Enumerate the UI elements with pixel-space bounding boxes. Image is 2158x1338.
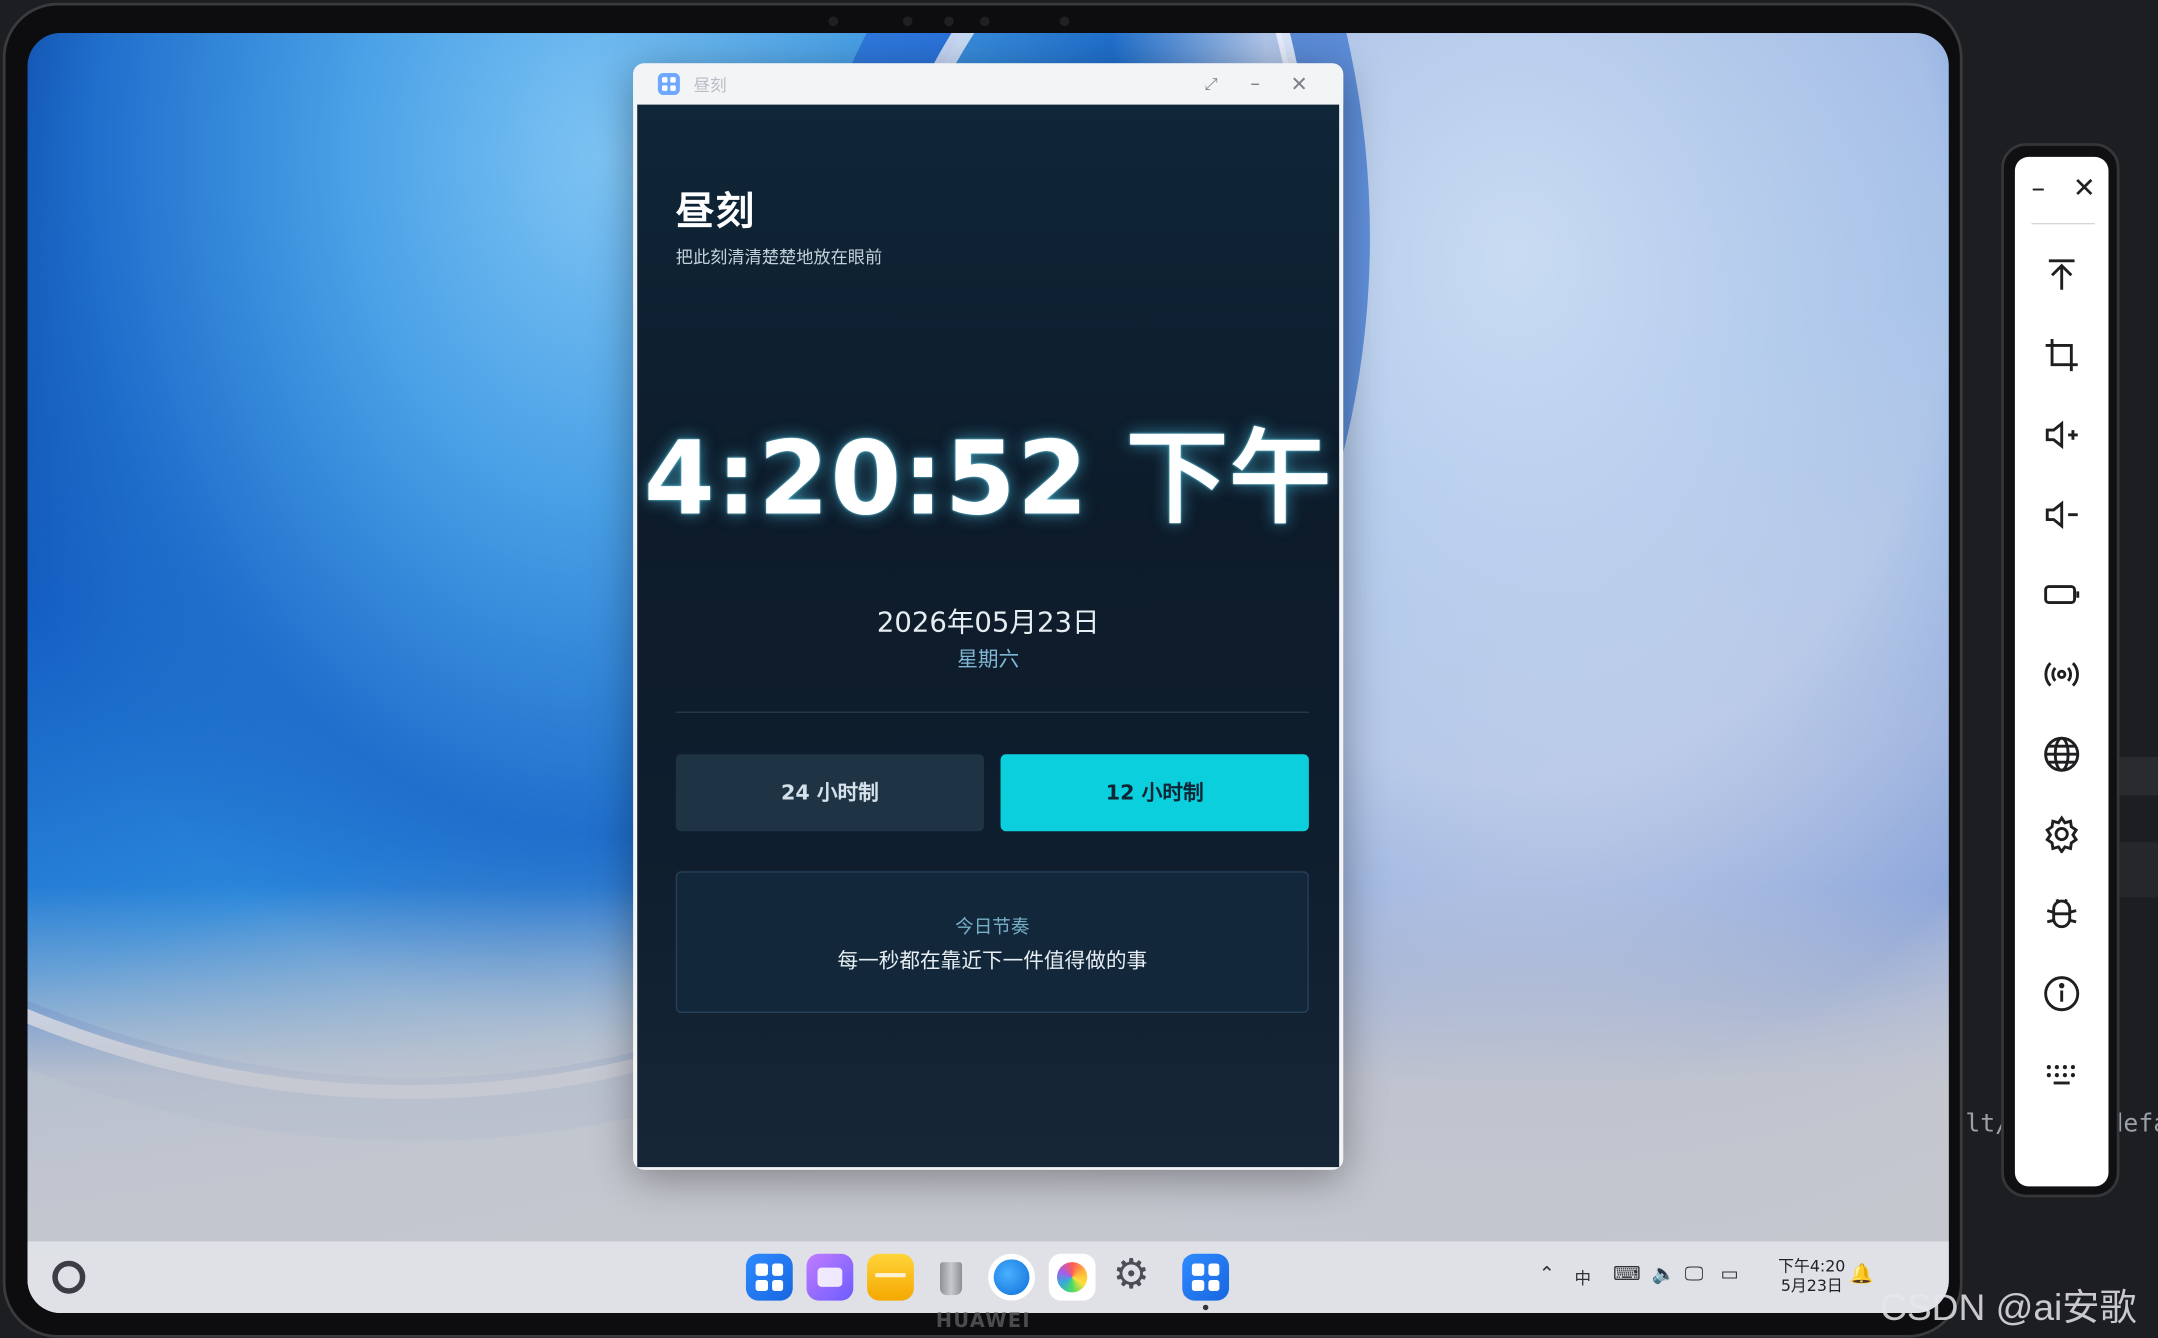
trash-icon[interactable]	[928, 1254, 975, 1301]
rhythm-label: 今日节奏	[955, 916, 1030, 939]
globe-icon[interactable]	[2015, 727, 2109, 782]
device-brand: HUAWEI	[935, 1310, 1031, 1333]
volume-icon[interactable]: 🔈	[1652, 1263, 1676, 1285]
window-titlebar[interactable]: 昼刻 ⤢ – ✕	[633, 63, 1344, 105]
start-button[interactable]	[52, 1260, 86, 1294]
tablet-device: 昼刻 ⤢ – ✕ 昼刻 把此刻清清楚楚地放在眼前 4:20:52 下午 2026…	[2, 2, 1963, 1338]
gallery-icon[interactable]	[1048, 1253, 1096, 1301]
bell-icon[interactable]: 🔔	[1850, 1263, 1874, 1285]
files-icon[interactable]	[867, 1253, 914, 1301]
watermark: CSDN @ai安歌	[1880, 1286, 2137, 1329]
rhythm-text: 每一秒都在靠近下一件值得做的事	[837, 948, 1148, 974]
active-indicator	[1202, 1304, 1209, 1311]
window-title: 昼刻	[693, 75, 727, 95]
volume-up-icon[interactable]	[2015, 407, 2109, 462]
toolbar-separator	[2031, 222, 2095, 225]
clock-display: 4:20:52 下午	[643, 419, 1333, 539]
signal-icon[interactable]	[2015, 647, 2109, 702]
app-title: 昼刻	[675, 188, 756, 234]
camera-bar	[818, 16, 1093, 28]
12-hour-button[interactable]: 12 小时制	[1000, 754, 1309, 832]
top-icon[interactable]	[2015, 248, 2109, 303]
rhythm-card: 今日节奏 每一秒都在靠近下一件值得做的事	[675, 871, 1309, 1013]
app-center-icon[interactable]	[745, 1253, 793, 1301]
divider	[675, 711, 1309, 713]
close-icon[interactable]: ✕	[2073, 171, 2096, 204]
zhouke-app-icon[interactable]	[1182, 1253, 1230, 1301]
taskbar-time: 下午4:20	[1778, 1256, 1846, 1276]
date-display: 2026年05月23日	[876, 605, 1100, 639]
app-content: 昼刻 把此刻清清楚楚地放在眼前 4:20:52 下午 2026年05月23日 星…	[637, 104, 1340, 1168]
browser-icon[interactable]	[988, 1253, 1035, 1301]
info-icon[interactable]	[2015, 966, 2109, 1021]
app-window: 昼刻 ⤢ – ✕ 昼刻 把此刻清清楚楚地放在眼前 4:20:52 下午 2026…	[633, 63, 1344, 1170]
keyboard-icon[interactable]	[2015, 1046, 2109, 1101]
desktop-screen: 昼刻 ⤢ – ✕ 昼刻 把此刻清清楚楚地放在眼前 4:20:52 下午 2026…	[27, 33, 1949, 1313]
multi-window-icon[interactable]	[806, 1253, 854, 1301]
close-icon[interactable]: ✕	[1285, 70, 1313, 98]
minimize-icon[interactable]: –	[2031, 171, 2045, 204]
keyboard-icon[interactable]: ⌨	[1613, 1263, 1641, 1285]
emulator-toolbar: – ✕	[2001, 143, 2120, 1198]
crop-icon[interactable]	[2015, 328, 2109, 383]
settings-icon[interactable]	[2015, 807, 2109, 862]
taskbar-date: 5月23日	[1780, 1275, 1843, 1296]
minimize-icon[interactable]: –	[1241, 70, 1269, 98]
24-hour-button[interactable]: 24 小时制	[675, 754, 985, 832]
taskbar-clock[interactable]: 下午4:20 5月23日	[1778, 1257, 1845, 1296]
screen-cast-icon[interactable]: 🖵	[1685, 1263, 1704, 1285]
volume-down-icon[interactable]	[2015, 487, 2109, 542]
taskbar: ⌃ 中 ⌨ 🔈 🖵 ▭ 下午4:20 5月23日 🔔	[27, 1241, 1949, 1313]
bug-icon[interactable]	[2015, 886, 2109, 941]
power-icon[interactable]	[2015, 567, 2109, 622]
weekday-display: 星期六	[957, 646, 1020, 672]
restore-icon[interactable]: ⤢	[1197, 70, 1225, 98]
settings-icon[interactable]	[1108, 1251, 1155, 1301]
app-grid-icon	[657, 72, 680, 95]
chevron-up-icon[interactable]: ⌃	[1539, 1263, 1555, 1285]
app-subtitle: 把此刻清清楚楚地放在眼前	[675, 246, 883, 268]
battery-icon[interactable]: ▭	[1720, 1263, 1738, 1285]
input-method-icon[interactable]: 中	[1574, 1266, 1591, 1289]
